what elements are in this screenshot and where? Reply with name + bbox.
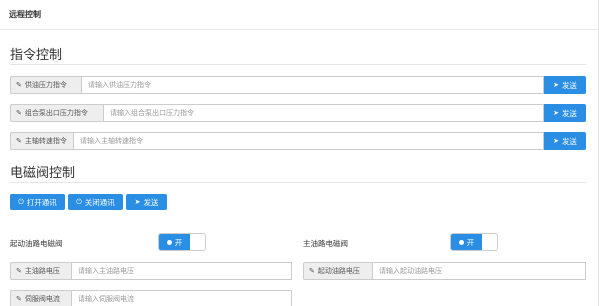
main-oil-voltage-addon: ✎ 主油路电压 bbox=[10, 262, 72, 280]
valve-send-button[interactable]: ➤ 发送 bbox=[126, 194, 167, 210]
spindle-speed-addon: ✎ 主轴转速指令 bbox=[10, 132, 74, 150]
command-section-title: 指令控制 bbox=[10, 48, 63, 63]
servo-current-label: 伺服阀电流 bbox=[24, 295, 60, 303]
paper-plane-icon: ➤ bbox=[553, 137, 559, 145]
edit-icon: ✎ bbox=[309, 267, 315, 275]
start-oil-voltage-row: ✎ 起动油路电压 请输入起动油路电压 bbox=[303, 262, 586, 280]
send-button-label: 发送 bbox=[561, 80, 577, 90]
paper-plane-icon: ➤ bbox=[553, 81, 559, 89]
servo-current-input[interactable]: 请输入伺服阀电流 bbox=[72, 290, 292, 306]
valve-section-title: 电磁阀控制 bbox=[10, 166, 76, 181]
supply-pressure-row: ✎ 供油压力指令 请输入供油压力指令 ➤ 发送 bbox=[10, 76, 586, 94]
edit-icon: ✎ bbox=[16, 267, 22, 275]
close-comm-label: 关闭通讯 bbox=[84, 197, 115, 207]
panel-title: 远程控制 bbox=[0, 0, 598, 30]
start-oil-valve-toggle[interactable]: 开 bbox=[158, 233, 206, 251]
start-oil-voltage-label: 起动油路电压 bbox=[317, 267, 360, 275]
pump-outlet-pressure-addon: ✎ 组合泵出口压力指令 bbox=[10, 104, 104, 122]
servo-current-addon: ✎ 伺服阀电流 bbox=[10, 290, 72, 306]
close-comm-button[interactable]: ⏻ 关闭通讯 bbox=[68, 194, 123, 210]
power-icon: ⏻ bbox=[18, 197, 24, 206]
open-comm-button[interactable]: ⏻ 打开通讯 bbox=[10, 194, 65, 210]
paper-plane-icon: ➤ bbox=[553, 109, 559, 117]
toggle-on-label: 开 bbox=[174, 237, 183, 247]
supply-pressure-label: 供油压力指令 bbox=[24, 81, 67, 89]
spindle-speed-label: 主轴转速指令 bbox=[24, 137, 67, 145]
power-icon: ⏻ bbox=[76, 197, 82, 206]
spindle-speed-input[interactable]: 请输入主轴转速指令 bbox=[74, 132, 544, 150]
toggle-dot-icon bbox=[458, 239, 464, 245]
main-oil-voltage-row: ✎ 主油路电压 请输入主油路电压 bbox=[10, 262, 292, 280]
pump-outlet-pressure-input[interactable]: 请输入组合泵出口压力指令 bbox=[104, 104, 544, 122]
toggle-on-label: 开 bbox=[466, 237, 475, 247]
remote-control-panel: 远程控制 指令控制 ✎ 供油压力指令 请输入供油压力指令 ➤ 发送 ✎ 组合泵出… bbox=[0, 0, 599, 306]
main-oil-voltage-input[interactable]: 请输入主油路电压 bbox=[72, 262, 292, 280]
edit-icon: ✎ bbox=[16, 295, 22, 303]
toggle-on-state: 开 bbox=[159, 234, 190, 250]
pump-outlet-pressure-send-button[interactable]: ➤ 发送 bbox=[544, 104, 586, 122]
servo-current-row: ✎ 伺服阀电流 请输入伺服阀电流 bbox=[10, 290, 292, 306]
valve-send-label: 发送 bbox=[143, 197, 159, 207]
spindle-speed-row: ✎ 主轴转速指令 请输入主轴转速指令 ➤ 发送 bbox=[10, 132, 586, 150]
pump-outlet-pressure-label: 组合泵出口压力指令 bbox=[24, 109, 88, 117]
toggle-on-state: 开 bbox=[451, 234, 482, 250]
edit-icon: ✎ bbox=[16, 81, 22, 89]
supply-pressure-addon: ✎ 供油压力指令 bbox=[10, 76, 82, 94]
send-button-label: 发送 bbox=[561, 108, 577, 118]
start-oil-valve-label: 起动油路电磁阀 bbox=[10, 239, 63, 248]
main-oil-valve-toggle[interactable]: 开 bbox=[450, 233, 498, 251]
edit-icon: ✎ bbox=[16, 109, 22, 117]
supply-pressure-send-button[interactable]: ➤ 发送 bbox=[544, 76, 586, 94]
paper-plane-icon: ➤ bbox=[134, 198, 141, 206]
start-oil-voltage-input[interactable]: 请输入起动油路电压 bbox=[373, 262, 586, 280]
send-button-label: 发送 bbox=[561, 136, 577, 146]
spindle-speed-send-button[interactable]: ➤ 发送 bbox=[544, 132, 586, 150]
main-oil-voltage-label: 主油路电压 bbox=[24, 267, 60, 275]
supply-pressure-input[interactable]: 请输入供油压力指令 bbox=[82, 76, 544, 94]
open-comm-label: 打开通讯 bbox=[26, 197, 57, 207]
pump-outlet-pressure-row: ✎ 组合泵出口压力指令 请输入组合泵出口压力指令 ➤ 发送 bbox=[10, 104, 586, 122]
toggle-dot-icon bbox=[166, 239, 172, 245]
valve-section-divider bbox=[10, 182, 586, 183]
edit-icon: ✎ bbox=[16, 137, 22, 145]
start-oil-voltage-addon: ✎ 起动油路电压 bbox=[303, 262, 373, 280]
command-section-divider bbox=[10, 64, 586, 65]
main-oil-valve-label: 主油路电磁阀 bbox=[303, 239, 348, 248]
